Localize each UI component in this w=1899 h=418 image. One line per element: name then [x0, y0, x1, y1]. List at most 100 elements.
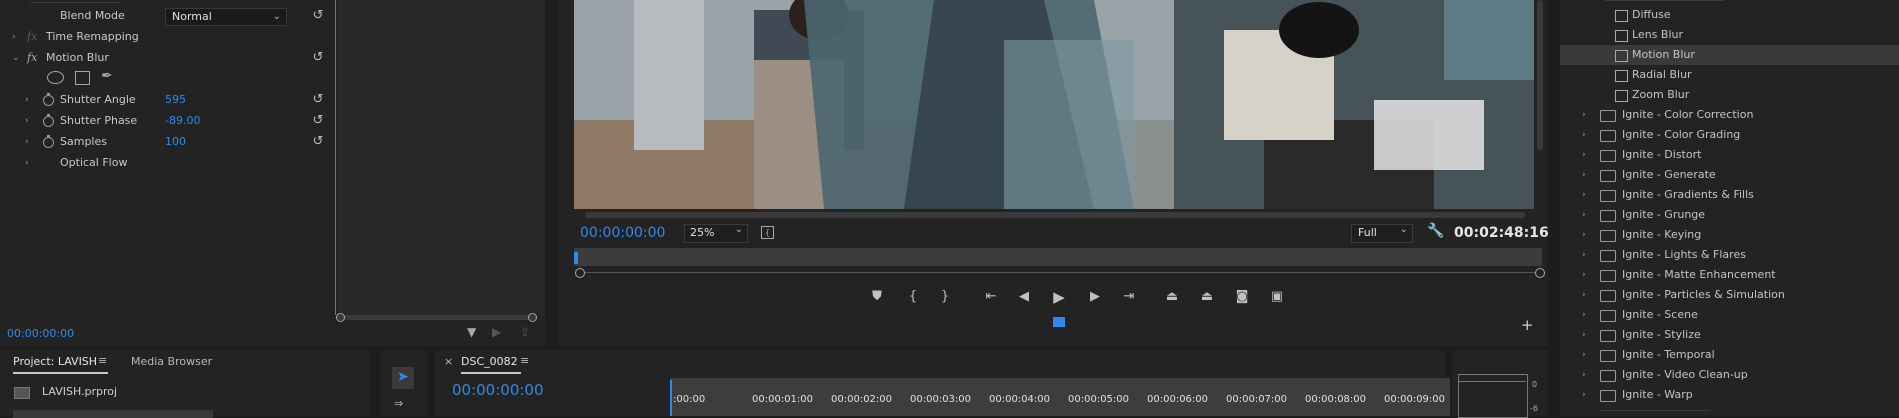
- effect-folder[interactable]: › Ignite - Warp: [1560, 385, 1899, 405]
- effect-folder[interactable]: › Ignite - Stylize: [1560, 325, 1899, 345]
- effect-folder[interactable]: › Ignite - Video Clean-up: [1560, 365, 1899, 385]
- zoom-scrollbar[interactable]: [337, 315, 537, 320]
- selection-tool[interactable]: ➤: [392, 367, 414, 389]
- reset-icon[interactable]: ↺: [311, 135, 325, 149]
- play-audio-icon[interactable]: ▶: [492, 325, 501, 339]
- chevron-right-icon[interactable]: ›: [1582, 245, 1586, 265]
- add-button-icon[interactable]: +: [1521, 316, 1534, 334]
- tab-media-browser[interactable]: Media Browser: [131, 355, 212, 368]
- step-back-icon[interactable]: ◀: [1015, 289, 1033, 304]
- chevron-right-icon[interactable]: ›: [1582, 305, 1586, 325]
- effect-folder[interactable]: › Ignite - Scene: [1560, 305, 1899, 325]
- timeline-timecode[interactable]: 00:00:00:00: [452, 381, 544, 399]
- chevron-right-icon[interactable]: ›: [1582, 385, 1586, 405]
- effect-folder[interactable]: › Ignite - Gradients & Fills: [1560, 185, 1899, 205]
- comparison-view-icon[interactable]: ▣: [1268, 289, 1286, 304]
- close-sequence-icon[interactable]: ×: [444, 355, 453, 368]
- scrubber-bar[interactable]: [574, 248, 1542, 266]
- chevron-right-icon[interactable]: ›: [1582, 285, 1586, 305]
- chevron-down-icon[interactable]: ⌄: [12, 48, 20, 68]
- project-search-input[interactable]: [13, 410, 213, 418]
- ellipse-mask-icon[interactable]: [47, 71, 64, 84]
- effect-item[interactable]: Radial Blur: [1560, 65, 1899, 85]
- extract-icon[interactable]: ⏏: [1198, 289, 1216, 304]
- effect-folder[interactable]: › Ignite - Grunge: [1560, 205, 1899, 225]
- fx-toggle-icon[interactable]: fx: [27, 48, 37, 68]
- effect-folder[interactable]: › Ignite - Distort: [1560, 145, 1899, 165]
- rectangle-mask-icon[interactable]: [75, 71, 90, 85]
- multicam-icon[interactable]: [1053, 317, 1065, 327]
- shutter-angle-value[interactable]: 595: [165, 90, 186, 110]
- timeline-playhead[interactable]: [670, 380, 672, 416]
- panel-menu-icon[interactable]: ≡: [520, 354, 529, 367]
- chevron-right-icon[interactable]: ›: [1582, 365, 1586, 385]
- chevron-right-icon[interactable]: ›: [1582, 205, 1586, 225]
- effect-folder[interactable]: › Ignite - Matte Enhancement: [1560, 265, 1899, 285]
- blend-mode-dropdown[interactable]: Normal ⌄: [165, 8, 287, 26]
- reset-icon[interactable]: ↺: [311, 9, 325, 23]
- effect-item[interactable]: Zoom Blur: [1560, 85, 1899, 105]
- marker-icon[interactable]: ⛊: [868, 289, 886, 304]
- wrench-icon[interactable]: 🔧: [1427, 223, 1444, 239]
- effect-folder[interactable]: › Ignite - Color Grading: [1560, 125, 1899, 145]
- resolution-dropdown[interactable]: Full ⌄: [1351, 224, 1413, 243]
- sequence-tab[interactable]: DSC_0082: [461, 355, 518, 368]
- go-to-out-icon[interactable]: ⇥: [1120, 289, 1138, 304]
- reset-icon[interactable]: ↺: [311, 51, 325, 65]
- safe-margins-icon[interactable]: {: [761, 226, 774, 239]
- monitor-scrollbar[interactable]: [1537, 0, 1543, 150]
- chevron-right-icon[interactable]: ›: [1582, 225, 1586, 245]
- scroll-handle-right[interactable]: [528, 313, 537, 322]
- playhead-marker[interactable]: [574, 252, 578, 264]
- filter-icon[interactable]: ▼: [467, 325, 476, 339]
- chevron-right-icon[interactable]: ›: [1582, 265, 1586, 285]
- chevron-right-icon[interactable]: ›: [25, 90, 29, 110]
- chevron-right-icon[interactable]: ›: [1582, 125, 1586, 145]
- chevron-right-icon[interactable]: ›: [1582, 325, 1586, 345]
- track-select-icon[interactable]: ⇒: [394, 397, 403, 410]
- reset-icon[interactable]: ↺: [311, 114, 325, 128]
- effect-folder[interactable]: › Ignite - Generate: [1560, 165, 1899, 185]
- motion-blur-row[interactable]: ⌄ fx Motion Blur ↺: [0, 48, 340, 68]
- step-forward-icon[interactable]: ▶: [1086, 289, 1104, 304]
- reset-icon[interactable]: ↺: [311, 93, 325, 107]
- effect-folder[interactable]: › Ignite - Color Correction: [1560, 105, 1899, 125]
- panel-menu-icon[interactable]: ≡: [98, 354, 107, 367]
- chevron-right-icon[interactable]: ›: [1582, 185, 1586, 205]
- lift-icon[interactable]: ⏏: [1163, 289, 1181, 304]
- play-icon[interactable]: ▶: [1050, 288, 1068, 306]
- go-to-in-icon[interactable]: ⇤: [982, 289, 1000, 304]
- pen-mask-icon[interactable]: ✒: [101, 68, 113, 84]
- mark-in-icon[interactable]: {: [904, 289, 922, 304]
- effect-folder[interactable]: › Ignite - Keying: [1560, 225, 1899, 245]
- chevron-right-icon[interactable]: ›: [12, 27, 16, 47]
- program-timecode[interactable]: 00:00:00:00: [580, 225, 665, 241]
- chevron-right-icon[interactable]: ›: [1582, 165, 1586, 185]
- effect-item[interactable]: Motion Blur: [1560, 45, 1899, 65]
- effect-folder[interactable]: › Ignite - Particles & Simulation: [1560, 285, 1899, 305]
- scroll-handle-left[interactable]: [336, 313, 345, 322]
- chevron-right-icon[interactable]: ›: [1582, 345, 1586, 365]
- samples-value[interactable]: 100: [165, 132, 186, 152]
- chevron-right-icon[interactable]: ›: [25, 153, 29, 173]
- zoom-handle-right[interactable]: [1535, 268, 1545, 278]
- zoom-dropdown[interactable]: 25% ⌄: [684, 224, 748, 243]
- zoom-track[interactable]: [580, 272, 1538, 273]
- chevron-right-icon[interactable]: ›: [25, 111, 29, 131]
- stopwatch-icon[interactable]: [43, 114, 54, 127]
- effect-folder[interactable]: › Ignite - Lights & Flares: [1560, 245, 1899, 265]
- time-remapping-row[interactable]: › fx Time Remapping: [0, 27, 340, 47]
- mark-out-icon[interactable]: }: [936, 289, 954, 304]
- chevron-right-icon[interactable]: ›: [1582, 105, 1586, 125]
- stopwatch-icon[interactable]: [43, 93, 54, 106]
- chevron-right-icon[interactable]: ›: [1582, 145, 1586, 165]
- zoom-handle-left[interactable]: [575, 268, 585, 278]
- effect-controls-timecode[interactable]: 00:00:00:00: [7, 327, 74, 340]
- shutter-phase-value[interactable]: -89.00: [165, 111, 200, 131]
- effect-item[interactable]: Diffuse: [1560, 5, 1899, 25]
- playhead-line[interactable]: [335, 0, 336, 315]
- export-icon[interactable]: ⇪: [520, 325, 530, 339]
- stopwatch-icon[interactable]: [43, 135, 54, 148]
- export-frame-icon[interactable]: ◙: [1233, 289, 1251, 304]
- effect-item[interactable]: Lens Blur: [1560, 25, 1899, 45]
